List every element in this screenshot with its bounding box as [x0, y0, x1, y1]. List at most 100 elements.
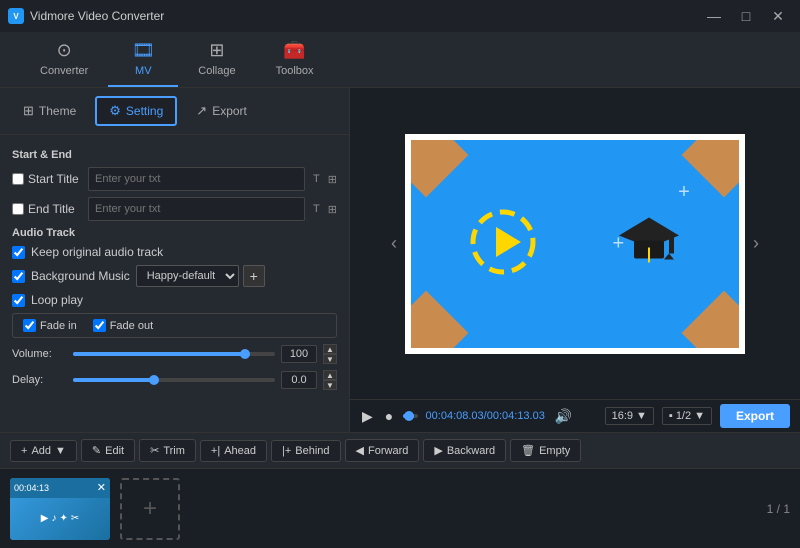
- total-time: 00:04:13.03: [487, 410, 545, 422]
- loop-play-checkbox[interactable]: [12, 294, 25, 307]
- clips-button[interactable]: ▪ 1/2 ▼: [662, 407, 712, 425]
- volume-arrows: ▲ ▼: [323, 344, 337, 364]
- volume-row: Volume: 100 ▲ ▼: [12, 344, 337, 364]
- add-chevron-icon: ▼: [55, 445, 66, 457]
- tab-toolbox[interactable]: 🧰 Toolbox: [256, 32, 334, 87]
- bg-music-label: Background Music: [31, 269, 130, 283]
- fade-in-checkbox[interactable]: [23, 319, 36, 332]
- start-title-check-wrap: Start Title: [12, 172, 82, 186]
- preview-plus-mid: +: [613, 232, 625, 255]
- delay-up-arrow[interactable]: ▲: [323, 370, 337, 380]
- panel-tab-setting[interactable]: ⚙ Setting: [95, 96, 177, 126]
- start-title-input[interactable]: [88, 167, 305, 191]
- end-title-row: End Title T ⊞: [12, 197, 337, 221]
- start-title-checkbox[interactable]: [12, 173, 24, 185]
- nav-tabs: ⊙ Converter 🎞 MV ⊞ Collage 🧰 Toolbox: [0, 32, 800, 88]
- delay-arrows: ▲ ▼: [323, 370, 337, 390]
- converter-icon: ⊙: [57, 40, 72, 61]
- end-title-text-icon[interactable]: T: [313, 203, 320, 215]
- minimize-button[interactable]: —: [700, 5, 728, 27]
- export-button[interactable]: Export: [720, 404, 790, 428]
- forward-label: Forward: [368, 445, 408, 457]
- stop-button[interactable]: ●: [383, 406, 395, 426]
- edit-button[interactable]: ✎ Edit: [81, 439, 135, 462]
- trim-button[interactable]: ✂ Trim: [139, 439, 196, 462]
- delay-label: Delay:: [12, 374, 67, 386]
- app-title-area: V Vidmore Video Converter: [8, 8, 164, 24]
- start-title-label: Start Title: [28, 172, 79, 186]
- deco-top-left: [405, 134, 468, 197]
- bg-music-checkbox[interactable]: [12, 270, 25, 283]
- behind-label: Behind: [295, 445, 329, 457]
- empty-button[interactable]: 🗑 Empty: [510, 439, 581, 462]
- ratio-button[interactable]: 16:9 ▼: [605, 407, 654, 425]
- keep-original-checkbox[interactable]: [12, 246, 25, 259]
- tab-collage[interactable]: ⊞ Collage: [178, 32, 255, 87]
- preview-arrow-right[interactable]: ›: [753, 233, 759, 254]
- edit-icon: ✎: [92, 444, 101, 457]
- window-controls: — □ ✕: [700, 5, 792, 27]
- panel-tabs: ⊞ Theme ⚙ Setting ↗ Export: [0, 88, 349, 135]
- volume-value[interactable]: 100: [281, 345, 317, 363]
- volume-thumb[interactable]: [240, 349, 250, 359]
- add-label: Add: [31, 445, 51, 457]
- delay-row: Delay: 0.0 ▲ ▼: [12, 370, 337, 390]
- maximize-button[interactable]: □: [732, 5, 760, 27]
- start-title-text-icon[interactable]: T: [313, 173, 320, 185]
- panel-tab-theme[interactable]: ⊞ Theme: [10, 96, 89, 126]
- scissors-clip-icon: ✂: [71, 513, 79, 524]
- progress-bar[interactable]: [403, 414, 417, 418]
- end-title-grid-icon[interactable]: ⊞: [328, 203, 337, 216]
- keep-original-row: Keep original audio track: [12, 245, 337, 259]
- backward-button[interactable]: ▶ Backward: [423, 439, 506, 462]
- bg-music-add-button[interactable]: +: [243, 265, 265, 287]
- play-button[interactable]: ▶: [360, 406, 375, 427]
- audio-clip-icon: ♪: [51, 513, 56, 524]
- preview-arrow-left[interactable]: ‹: [391, 233, 397, 254]
- clip-time: 00:04:13: [14, 483, 49, 493]
- behind-button[interactable]: |+ Behind: [271, 440, 341, 462]
- progress-thumb[interactable]: [404, 411, 414, 421]
- start-end-title: Start & End: [12, 149, 337, 161]
- deco-bottom-right: [682, 290, 745, 353]
- panel-tab-export-label: Export: [212, 104, 247, 118]
- add-clip-button[interactable]: +: [120, 478, 180, 540]
- end-title-input[interactable]: [88, 197, 305, 221]
- close-button[interactable]: ✕: [764, 5, 792, 27]
- bg-music-select[interactable]: Happy-default: [136, 265, 239, 287]
- delay-down-arrow[interactable]: ▼: [323, 380, 337, 390]
- clip-control-icons: ▶ ♪ ✦ ✂: [41, 513, 79, 524]
- preview-plus-tr: +: [678, 181, 690, 204]
- add-button[interactable]: + Add ▼: [10, 440, 77, 462]
- preview-area: ‹: [350, 88, 800, 399]
- backward-label: Backward: [447, 445, 495, 457]
- volume-slider-track[interactable]: [73, 352, 275, 356]
- volume-up-arrow[interactable]: ▲: [323, 344, 337, 354]
- fade-in-label: Fade in: [40, 320, 77, 332]
- clip-close-button[interactable]: ✕: [97, 481, 106, 494]
- volume-down-arrow[interactable]: ▼: [323, 354, 337, 364]
- left-panel: ⊞ Theme ⚙ Setting ↗ Export Start & End S…: [0, 88, 350, 432]
- panel-tab-export[interactable]: ↗ Export: [183, 96, 260, 126]
- delay-value[interactable]: 0.0: [281, 371, 317, 389]
- delay-slider-track[interactable]: [73, 378, 275, 382]
- fade-out-checkbox[interactable]: [93, 319, 106, 332]
- delay-thumb[interactable]: [149, 375, 159, 385]
- tab-mv[interactable]: 🎞 MV: [108, 32, 178, 87]
- start-title-grid-icon[interactable]: ⊞: [328, 173, 337, 186]
- ahead-button[interactable]: +| Ahead: [200, 440, 267, 462]
- fade-out-label: Fade out: [110, 320, 153, 332]
- panel-tab-setting-label: Setting: [126, 104, 163, 118]
- behind-icon: |+: [282, 445, 291, 457]
- tab-converter[interactable]: ⊙ Converter: [20, 32, 108, 87]
- loop-play-label: Loop play: [31, 293, 83, 307]
- forward-button[interactable]: ◀ Forward: [345, 439, 420, 462]
- theme-icon: ⊞: [23, 103, 34, 119]
- tab-mv-label: MV: [135, 65, 152, 77]
- backward-icon: ▶: [434, 444, 442, 457]
- volume-control-button[interactable]: 🔊: [553, 406, 574, 427]
- timeline-clip-1[interactable]: 00:04:13 ✕ ▶ ♪ ✦ ✂: [10, 478, 110, 540]
- ratio-label: 16:9: [612, 410, 633, 422]
- toolbox-icon: 🧰: [283, 40, 305, 61]
- end-title-checkbox[interactable]: [12, 203, 24, 215]
